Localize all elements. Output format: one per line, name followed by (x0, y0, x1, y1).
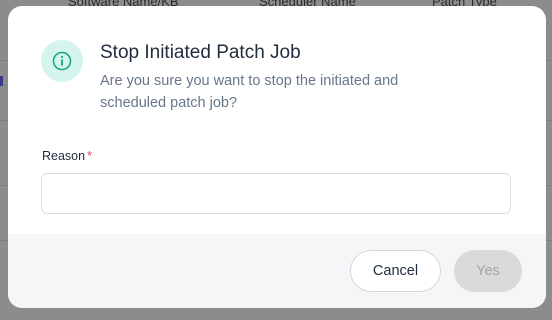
dialog-message: Are you sure you want to stop the initia… (100, 73, 399, 111)
background-row-marker (0, 76, 3, 86)
reason-label: Reason * (42, 149, 92, 163)
cancel-button[interactable]: Cancel (350, 250, 441, 292)
yes-button[interactable]: Yes (454, 250, 522, 292)
required-marker: * (87, 149, 92, 163)
dialog-title: Stop Initiated Patch Job (100, 42, 301, 63)
reason-input[interactable] (41, 173, 511, 214)
dialog-footer: Cancel Yes (8, 234, 546, 308)
reason-label-text: Reason (42, 149, 86, 163)
info-icon (41, 40, 83, 82)
info-icon-glyph (52, 51, 72, 71)
stop-patch-job-dialog: Stop Initiated Patch Job Are you sure yo… (8, 6, 546, 308)
